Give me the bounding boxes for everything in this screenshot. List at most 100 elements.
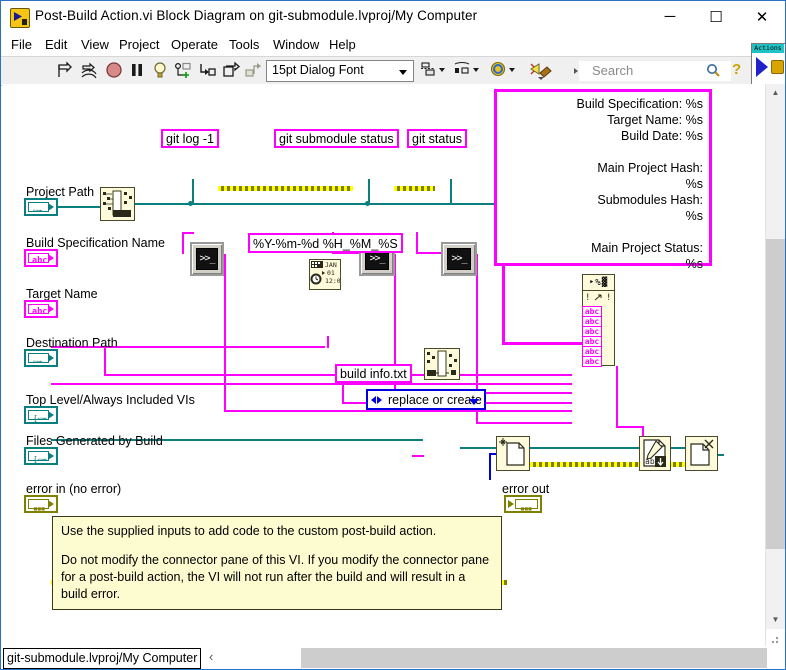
git-submodule-status-constant[interactable]: git submodule status [274, 129, 399, 148]
git-status-constant[interactable]: git status [407, 129, 468, 148]
right-arrow-icon[interactable] [377, 396, 382, 404]
git-log-constant[interactable]: git log -1 [161, 129, 219, 148]
terminal-body: ▪▪▪ [515, 499, 538, 513]
format-into-string-node[interactable]: ‣%▓ ! ! abc abc abc abc abc abc [582, 274, 615, 367]
menu-view[interactable]: View [75, 36, 115, 53]
actions-palette[interactable]: Actions [751, 43, 785, 85]
svg-text:JAN: JAN [325, 261, 337, 269]
report-template-constant[interactable]: Build Specification: %s Target Name: %s … [494, 89, 712, 271]
maximize-button[interactable]: ☐ [693, 1, 739, 32]
terminal-label-top-level-vis: Top Level/Always Included VIs [26, 393, 195, 407]
menu-operate[interactable]: Operate [165, 36, 224, 53]
menu-help[interactable]: Help [323, 36, 362, 53]
terminal-project-path[interactable]: ▭⌁ [24, 198, 58, 216]
font-selector-label: 15pt Dialog Font [272, 63, 364, 77]
wire-close-out [718, 454, 724, 456]
chevron-down-icon[interactable] [469, 399, 479, 405]
step-over-icon[interactable] [221, 61, 241, 81]
distribute-objects-icon[interactable] [453, 61, 483, 81]
terminal-arrow-icon [48, 452, 54, 460]
menu-tools[interactable]: Tools [223, 36, 265, 53]
scroll-down-arrow-icon[interactable]: ▼ [766, 611, 785, 628]
pause-icon[interactable] [127, 61, 147, 81]
highlight-execution-icon[interactable] [150, 61, 170, 81]
format-arrow-icon: ! ! [585, 293, 611, 303]
wire-formatted-string-v [616, 366, 618, 428]
system-exec-icon: >>_ [447, 248, 471, 270]
menu-project[interactable]: Project [113, 36, 165, 53]
system-exec-icon: >>_ [196, 248, 218, 270]
terminal-label-error-in: error in (no error) [26, 482, 122, 496]
path-array-glyph-icon: [▭⌁ [33, 414, 48, 423]
status-back-icon[interactable]: ‹ [209, 649, 213, 664]
scrollbar-thumb[interactable] [766, 239, 785, 549]
calendar-clock-icon: JAN 01 12:01 [310, 261, 345, 285]
terminal-error-out[interactable]: ▪▪▪ [504, 495, 542, 513]
write-to-text-file-node[interactable]: ab [639, 436, 671, 471]
menu-file[interactable]: File [5, 36, 38, 53]
menu-window[interactable]: Window [267, 36, 325, 53]
terminal-label-build-spec-name: Build Specification Name [26, 236, 165, 250]
terminal-arrow-icon [508, 500, 514, 508]
clean-up-diagram-icon[interactable] [528, 61, 556, 81]
context-help-icon[interactable]: ? [732, 61, 741, 78]
diagram-comment-box[interactable]: Use the supplied inputs to add code to t… [52, 516, 502, 610]
minimize-icon: ─ [664, 8, 676, 25]
write-file-icon: ab [643, 439, 666, 467]
terminal-body: abc [28, 253, 49, 266]
format-input-pin-6[interactable]: abc [582, 356, 602, 367]
build-path-node[interactable] [424, 348, 460, 380]
close-file-icon [690, 439, 714, 466]
open-create-replace-file-node[interactable] [496, 436, 530, 471]
terminal-target-name[interactable]: abc [24, 300, 58, 318]
system-exec-git-status-node[interactable]: >>_ [441, 242, 477, 276]
align-objects-icon[interactable] [419, 61, 449, 81]
terminal-destination-path[interactable]: ▭⌁ [24, 349, 58, 367]
strip-path-node[interactable] [100, 187, 135, 221]
font-selector[interactable]: 15pt Dialog Font [266, 60, 414, 82]
error-cluster-glyph-icon: ▪▪▪ [520, 504, 532, 513]
resize-grip-icon[interactable] [770, 632, 780, 643]
terminal-body: abc [28, 304, 49, 317]
step-out-icon[interactable] [243, 61, 263, 81]
minimize-button[interactable]: ─ [647, 1, 693, 32]
build-info-filename-constant[interactable]: build info.txt [335, 364, 412, 383]
abort-execution-icon[interactable] [104, 61, 124, 81]
search-dropdown-arrow-icon[interactable] [574, 68, 578, 74]
search-placeholder: Search [592, 63, 634, 78]
left-arrow-icon[interactable] [371, 396, 376, 404]
date-format-constant[interactable]: %Y-%m-%d %H_%M_%S [248, 233, 403, 253]
terminal-error-in[interactable]: ▪▪▪ [24, 495, 58, 513]
terminal-top-level-always-included-vis[interactable]: [▭⌁ [24, 406, 58, 424]
terminal-arrow-icon [48, 305, 54, 313]
terminal-label-project-path: Project Path [26, 185, 95, 199]
step-into-icon[interactable] [197, 61, 217, 81]
horizontal-scrollbar-thumb[interactable] [301, 648, 767, 668]
terminal-label-error-out: error out [502, 482, 550, 496]
retain-wire-values-icon[interactable] [173, 61, 193, 81]
comment-line-2: Do not modify the connector pane of this… [61, 553, 490, 601]
close-button[interactable]: ✕ [739, 1, 785, 32]
abc-glyph-icon: abc [32, 307, 48, 317]
search-icon[interactable] [706, 63, 720, 77]
menu-edit[interactable]: Edit [39, 36, 73, 53]
terminal-label-target-name: Target Name [26, 287, 98, 301]
terminal-build-specification-name[interactable]: abc [24, 249, 58, 267]
close-file-node[interactable] [685, 436, 718, 471]
format-date-time-string-node[interactable]: JAN 01 12:01 [309, 259, 345, 290]
horizontal-scrollbar[interactable] [301, 648, 767, 668]
run-continuously-icon[interactable] [79, 61, 99, 81]
block-diagram-canvas[interactable]: Project Path ▭⌁ Build Specification Name… [2, 84, 766, 646]
terminal-files-generated-by-build[interactable]: [▭⌁ [24, 447, 58, 465]
vertical-scrollbar[interactable]: ▲ ▼ [765, 84, 785, 646]
reorder-icon[interactable] [489, 61, 519, 81]
wire-target-name [51, 383, 572, 385]
title-bar: Post-Build Action.vi Block Diagram on gi… [1, 1, 785, 33]
system-exec-git-log-node[interactable]: >>_ [190, 242, 224, 276]
svg-text:!: ! [606, 293, 611, 303]
open-file-icon [499, 438, 525, 466]
wire-operation-v [489, 454, 491, 480]
scroll-up-arrow-icon[interactable]: ▲ [766, 84, 785, 101]
file-operation-ring[interactable]: replace or create [366, 389, 486, 410]
run-arrow-icon[interactable] [54, 61, 74, 81]
